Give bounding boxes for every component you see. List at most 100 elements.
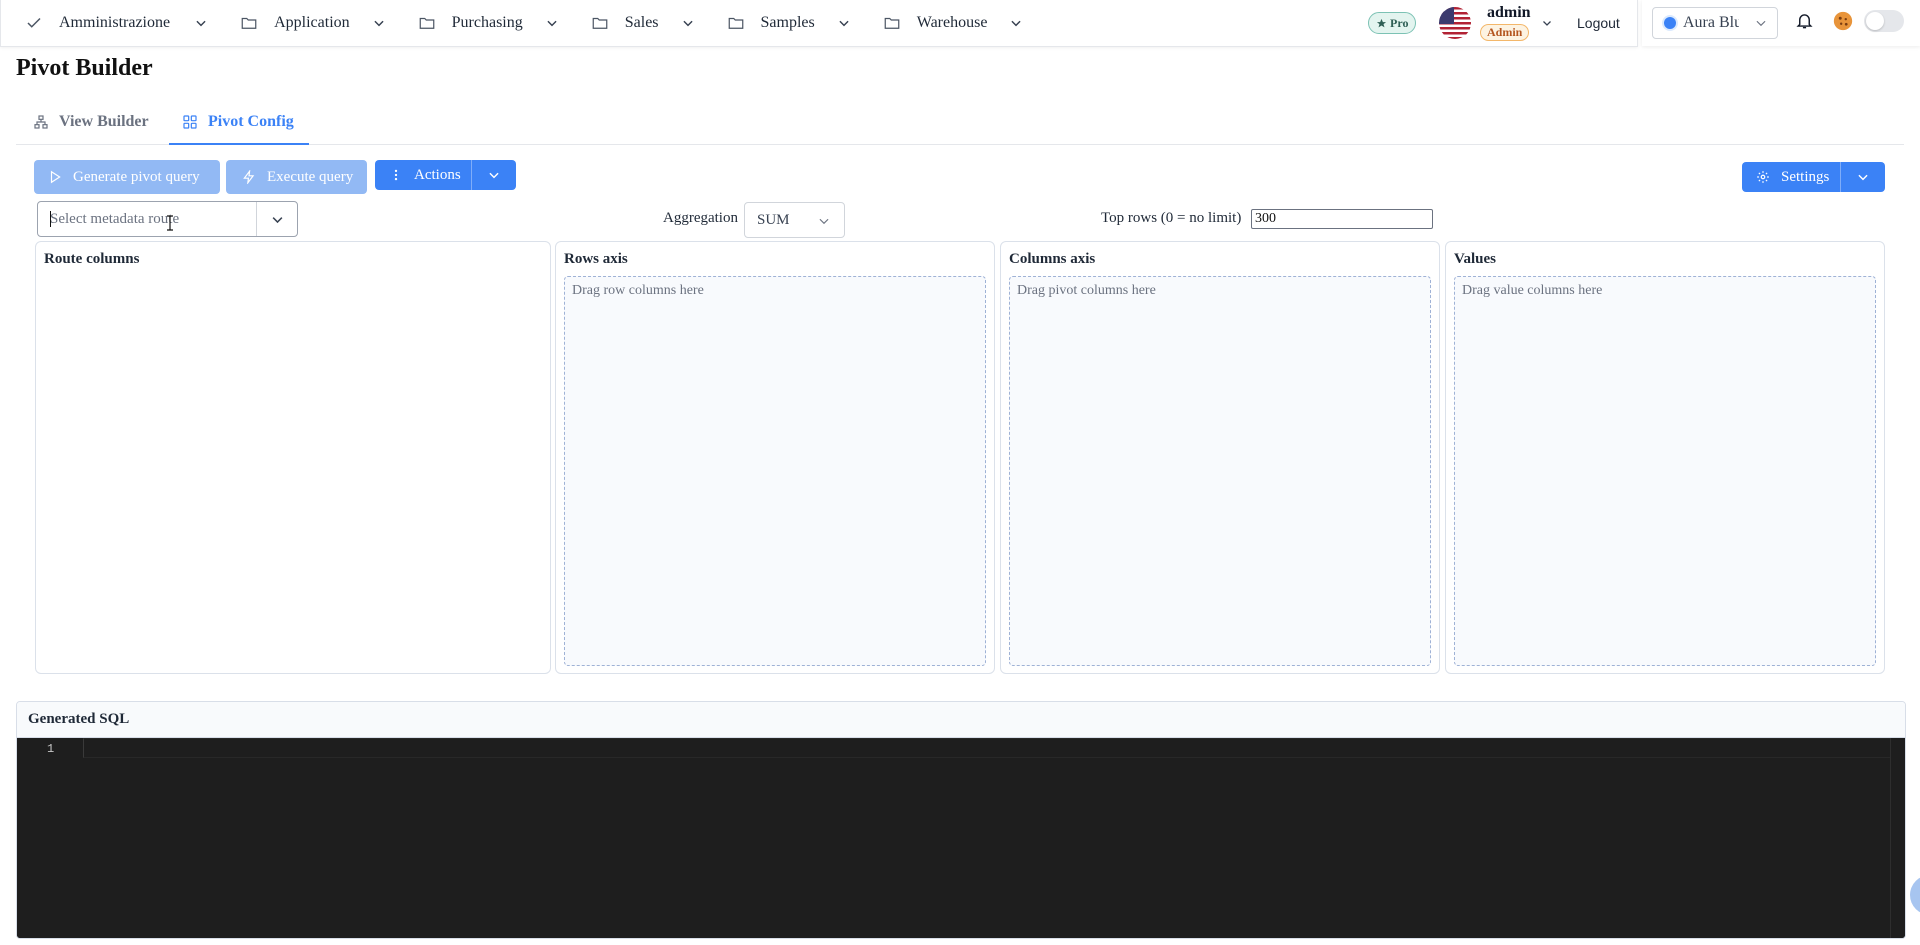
- sql-code-editor[interactable]: 1: [17, 738, 1905, 938]
- settings-button[interactable]: Settings: [1742, 162, 1885, 192]
- chevron-down-icon: [1011, 20, 1022, 27]
- bell-icon[interactable]: [1795, 11, 1814, 30]
- button-label: Execute query: [267, 168, 354, 185]
- aggregation-label: Aggregation: [663, 210, 738, 226]
- aggregation-value: SUM: [757, 211, 790, 228]
- menu-label: Sales: [624, 14, 659, 31]
- panel-title: Rows axis: [564, 251, 628, 267]
- folder-icon: [592, 17, 608, 29]
- main-menu: Amministrazione Application Purchasing S…: [1, 0, 1031, 46]
- folder-icon: [419, 17, 434, 29]
- chevron-down-icon: [547, 20, 557, 27]
- theme-color-dot: [1664, 17, 1676, 29]
- dark-mode-toggle[interactable]: [1864, 10, 1904, 32]
- aggregation-select[interactable]: SUM: [744, 202, 845, 238]
- line-number: 1: [47, 742, 55, 756]
- editor-current-line[interactable]: [83, 738, 1891, 758]
- chevron-down-icon: [374, 20, 384, 27]
- sitemap-icon: [34, 115, 48, 129]
- menu-amministrazione[interactable]: Amministrazione: [1, 0, 216, 46]
- route-columns-panel: Route columns: [35, 241, 551, 674]
- tab-view-builder[interactable]: View Builder: [33, 100, 149, 144]
- us-flag-icon[interactable]: [1439, 7, 1471, 39]
- logout-link[interactable]: Logout: [1577, 15, 1620, 31]
- star-icon: [1376, 18, 1387, 27]
- tab-label: Pivot Config: [208, 113, 294, 130]
- panel-title: Route columns: [44, 251, 140, 267]
- chevron-down-icon: [1858, 174, 1868, 181]
- cookie-icon[interactable]: [1832, 10, 1854, 32]
- top-rows-input[interactable]: [1251, 209, 1433, 229]
- text-cursor-icon: [167, 215, 173, 231]
- menu-label: Purchasing: [451, 14, 523, 31]
- theme-select[interactable]: Aura Blue: [1652, 7, 1778, 39]
- button-label: Actions: [414, 166, 461, 183]
- top-navbar: Amministrazione Application Purchasing S…: [0, 0, 1638, 47]
- chevron-down-icon: [272, 216, 282, 223]
- menu-samples[interactable]: Samples: [703, 0, 859, 46]
- rows-axis-panel: Rows axis Drag row columns here: [555, 241, 995, 674]
- button-label: Settings: [1781, 168, 1830, 185]
- menu-label: Application: [274, 14, 350, 31]
- menu-warehouse[interactable]: Warehouse: [859, 0, 1032, 46]
- menu-purchasing[interactable]: Purchasing: [394, 0, 567, 46]
- generate-pivot-query-button[interactable]: Generate pivot query: [34, 160, 220, 194]
- button-label: Generate pivot query: [73, 168, 200, 185]
- chevron-down-icon: [839, 20, 849, 27]
- folder-icon: [884, 17, 900, 29]
- tab-label: View Builder: [59, 113, 149, 130]
- settings-dropdown-toggle[interactable]: [1840, 162, 1885, 192]
- sql-section-title: Generated SQL: [17, 702, 1905, 738]
- generated-sql-section: Generated SQL 1: [16, 701, 1906, 939]
- text-caret: [50, 211, 51, 227]
- editor-gutter: 1: [17, 738, 82, 938]
- role-badge: Admin: [1480, 24, 1530, 41]
- theme-area: Aura Blue: [1642, 0, 1920, 46]
- bolt-icon: [243, 170, 255, 184]
- execute-query-button[interactable]: Execute query: [226, 160, 367, 194]
- toggle-knob: [1866, 12, 1884, 30]
- dropzone-hint: Drag pivot columns here: [1017, 283, 1156, 298]
- chevron-down-icon: [1756, 20, 1766, 27]
- editor-scrollbar[interactable]: [1890, 738, 1905, 938]
- panel-title: Columns axis: [1009, 251, 1096, 267]
- actions-button[interactable]: Actions: [375, 160, 516, 190]
- menu-label: Amministrazione: [59, 14, 171, 31]
- rows-axis-dropzone[interactable]: Drag row columns here: [564, 276, 986, 666]
- page-title: Pivot Builder: [16, 55, 153, 81]
- chevron-down-icon: [489, 172, 499, 179]
- grid-icon: [183, 115, 197, 129]
- pro-badge-label: Pro: [1390, 15, 1409, 30]
- menu-sales[interactable]: Sales: [567, 0, 703, 46]
- gear-icon: [1757, 171, 1769, 183]
- chevron-down-icon: [682, 20, 693, 27]
- dropzone-hint: Drag value columns here: [1462, 283, 1603, 298]
- theme-label: Aura Blue: [1683, 14, 1739, 31]
- check-icon: [27, 17, 41, 28]
- values-dropzone[interactable]: Drag value columns here: [1454, 276, 1876, 666]
- actions-dropdown-toggle[interactable]: [471, 160, 516, 190]
- tab-pivot-config[interactable]: Pivot Config: [169, 100, 309, 145]
- route-dropdown-toggle[interactable]: [256, 202, 297, 236]
- pivot-panels: Route columns Rows axis Drag row columns…: [35, 241, 1885, 674]
- user-name[interactable]: admin: [1487, 4, 1531, 22]
- columns-axis-panel: Columns axis Drag pivot columns here: [1000, 241, 1440, 674]
- play-icon: [50, 170, 61, 184]
- folder-icon: [728, 17, 743, 29]
- more-vertical-icon: [394, 169, 398, 181]
- folder-icon: [241, 17, 257, 29]
- values-panel: Values Drag value columns here: [1445, 241, 1885, 674]
- chevron-down-icon[interactable]: [1541, 17, 1553, 29]
- panel-title: Values: [1454, 251, 1496, 267]
- chevron-down-icon: [819, 218, 829, 225]
- top-rows-label: Top rows (0 = no limit): [1101, 210, 1242, 226]
- columns-axis-dropzone[interactable]: Drag pivot columns here: [1009, 276, 1431, 666]
- tab-bar: View Builder Pivot Config: [16, 100, 1904, 145]
- menu-label: Warehouse: [916, 14, 988, 31]
- floating-action-button[interactable]: [1910, 875, 1920, 915]
- metadata-route-input[interactable]: [48, 209, 252, 229]
- menu-application[interactable]: Application: [216, 0, 394, 46]
- menu-label: Samples: [760, 14, 815, 31]
- chevron-down-icon: [196, 20, 206, 27]
- dropzone-hint: Drag row columns here: [572, 283, 704, 298]
